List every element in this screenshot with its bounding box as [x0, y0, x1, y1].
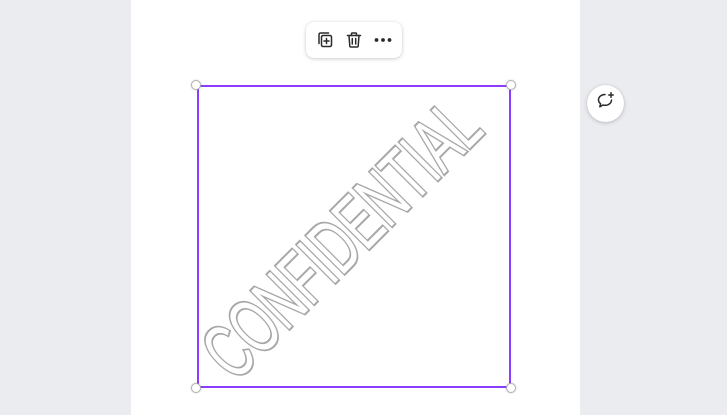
- trash-icon: [345, 31, 363, 49]
- more-icon: [373, 31, 393, 49]
- resize-handle-top-right[interactable]: [506, 80, 516, 90]
- duplicate-icon: [316, 31, 334, 49]
- more-options-button[interactable]: [369, 26, 397, 54]
- element-toolbar: [306, 22, 402, 58]
- duplicate-button[interactable]: [311, 26, 339, 54]
- add-comment-icon: [596, 91, 616, 116]
- selection-outline: [197, 85, 511, 388]
- add-comment-button[interactable]: [587, 85, 624, 122]
- resize-handle-bottom-left[interactable]: [191, 383, 201, 393]
- editor-canvas: CONFIDENTIAL: [0, 0, 727, 415]
- resize-handle-top-left[interactable]: [191, 80, 201, 90]
- delete-button[interactable]: [340, 26, 368, 54]
- resize-handle-bottom-right[interactable]: [506, 383, 516, 393]
